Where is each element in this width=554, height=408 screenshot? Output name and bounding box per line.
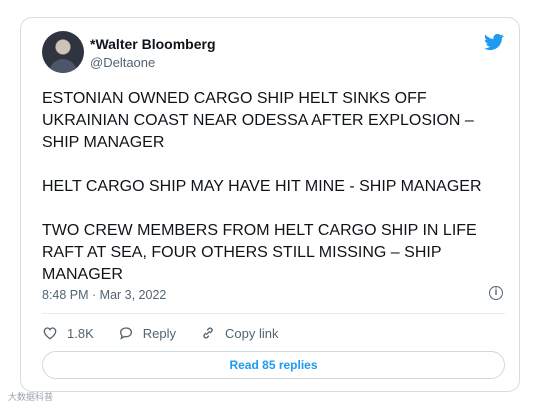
speech-bubble-icon [119,327,132,340]
copy-link-label: Copy link [225,325,279,341]
tweet-paragraph-1: ESTONIAN OWNED CARGO SHIP HELT SINKS OFF… [42,90,474,151]
tweet-text: ESTONIAN OWNED CARGO SHIP HELT SINKS OFF… [42,88,512,286]
tweet-timestamp[interactable]: 8:48 PM · Mar 3, 2022 [42,288,166,302]
copy-link-button[interactable]: Copy link [200,325,278,341]
info-icon[interactable]: i [489,286,503,300]
like-count: 1.8K [67,325,94,341]
link-icon [203,327,213,339]
twitter-bird-icon[interactable] [483,32,505,52]
reply-button[interactable]: Reply [118,325,176,341]
avatar[interactable] [42,31,84,73]
tweet-paragraph-2: HELT CARGO SHIP MAY HAVE HIT MINE - SHIP… [42,178,482,195]
watermark: 大数据科普 [8,392,54,402]
author-name[interactable]: *Walter Bloomberg [90,36,216,52]
divider [42,313,505,314]
heart-icon [43,327,57,340]
reply-label: Reply [142,325,176,341]
author-handle[interactable]: @Deltaone [90,55,155,70]
like-button[interactable]: 1.8K [42,325,94,341]
tweet-paragraph-3: TWO CREW MEMBERS FROM HELT CARGO SHIP IN… [42,222,477,283]
read-replies-button[interactable]: Read 85 replies [42,351,505,379]
tweet-card: *Walter Bloomberg @Deltaone ESTONIAN OWN… [20,17,520,392]
action-bar: 1.8K Reply Copy link [42,323,302,343]
